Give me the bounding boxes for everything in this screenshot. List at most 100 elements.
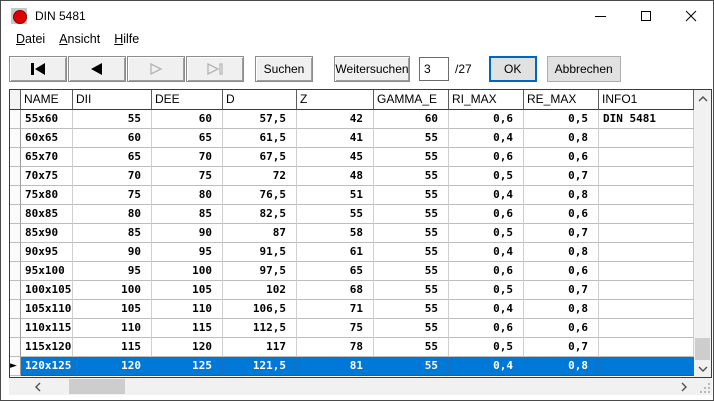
- cell-info1[interactable]: [599, 205, 694, 224]
- cell-gamma_e[interactable]: 55: [374, 262, 449, 281]
- cell-ri_max[interactable]: 0,5: [449, 224, 524, 243]
- table-row[interactable]: 95x1009510097,565550,60,6: [10, 262, 694, 281]
- cell-ri_max[interactable]: 0,5: [449, 167, 524, 186]
- cell-z[interactable]: 68: [297, 281, 374, 300]
- cell-gamma_e[interactable]: 55: [374, 167, 449, 186]
- row-selector-cell[interactable]: [10, 110, 21, 129]
- cell-ri_max[interactable]: 0,6: [449, 110, 524, 129]
- cell-re_max[interactable]: 0,6: [524, 205, 599, 224]
- search-button[interactable]: Suchen: [255, 56, 313, 82]
- cell-z[interactable]: 81: [297, 357, 374, 376]
- close-button[interactable]: [668, 1, 713, 31]
- cell-re_max[interactable]: 0,7: [524, 167, 599, 186]
- cell-re_max[interactable]: 0,8: [524, 243, 599, 262]
- cell-name[interactable]: 105x110: [21, 300, 73, 319]
- row-selector-cell[interactable]: ►: [10, 357, 21, 376]
- cell-name[interactable]: 90x95: [21, 243, 73, 262]
- cell-dii[interactable]: 115: [73, 338, 152, 357]
- vertical-scrollbar[interactable]: [694, 90, 711, 377]
- maximize-button[interactable]: [623, 1, 668, 31]
- cell-dee[interactable]: 120: [152, 338, 223, 357]
- cell-dii[interactable]: 90: [73, 243, 152, 262]
- column-header-gamma_e[interactable]: GAMMA_E: [374, 90, 449, 110]
- cell-dii[interactable]: 110: [73, 319, 152, 338]
- vertical-scroll-thumb[interactable]: [695, 338, 710, 360]
- table-row[interactable]: ►120x125120125121,581550,40,8: [10, 357, 694, 376]
- scroll-up-button[interactable]: [694, 90, 711, 107]
- cell-re_max[interactable]: 0,6: [524, 319, 599, 338]
- table-row[interactable]: 70x7570757248550,50,7: [10, 167, 694, 186]
- cell-gamma_e[interactable]: 55: [374, 205, 449, 224]
- cancel-button[interactable]: Abbrechen: [547, 56, 621, 82]
- cell-dee[interactable]: 125: [152, 357, 223, 376]
- row-selector-cell[interactable]: [10, 186, 21, 205]
- cell-d[interactable]: 87: [223, 224, 297, 243]
- horizontal-scroll-thumb[interactable]: [69, 379, 125, 394]
- cell-dii[interactable]: 70: [73, 167, 152, 186]
- cell-re_max[interactable]: 0,7: [524, 338, 599, 357]
- last-record-button-disabled[interactable]: [186, 56, 244, 82]
- cell-name[interactable]: 75x80: [21, 186, 73, 205]
- cell-d[interactable]: 97,5: [223, 262, 297, 281]
- column-header-dii[interactable]: DII: [73, 90, 152, 110]
- cell-re_max[interactable]: 0,6: [524, 148, 599, 167]
- next-record-button-disabled[interactable]: [127, 56, 185, 82]
- cell-ri_max[interactable]: 0,4: [449, 186, 524, 205]
- scroll-down-button[interactable]: [694, 360, 711, 377]
- table-row[interactable]: 60x65606561,541550,40,8: [10, 129, 694, 148]
- table-row[interactable]: 110x115110115112,575550,60,6: [10, 319, 694, 338]
- search-next-button[interactable]: Weitersuchen: [334, 56, 410, 82]
- cell-ri_max[interactable]: 0,4: [449, 243, 524, 262]
- cell-dee[interactable]: 115: [152, 319, 223, 338]
- cell-z[interactable]: 58: [297, 224, 374, 243]
- cell-gamma_e[interactable]: 55: [374, 186, 449, 205]
- cell-info1[interactable]: [599, 319, 694, 338]
- column-header-dee[interactable]: DEE: [152, 90, 223, 110]
- cell-gamma_e[interactable]: 55: [374, 281, 449, 300]
- column-header-info1[interactable]: INFO1: [599, 90, 694, 110]
- cell-dee[interactable]: 75: [152, 167, 223, 186]
- cell-z[interactable]: 48: [297, 167, 374, 186]
- cell-dii[interactable]: 55: [73, 110, 152, 129]
- cell-info1[interactable]: [599, 357, 694, 376]
- cell-z[interactable]: 65: [297, 262, 374, 281]
- cell-z[interactable]: 61: [297, 243, 374, 262]
- cell-dii[interactable]: 100: [73, 281, 152, 300]
- cell-info1[interactable]: [599, 148, 694, 167]
- cell-dii[interactable]: 120: [73, 357, 152, 376]
- cell-re_max[interactable]: 0,6: [524, 262, 599, 281]
- resize-grip[interactable]: [695, 378, 712, 395]
- cell-dee[interactable]: 80: [152, 186, 223, 205]
- cell-info1[interactable]: [599, 129, 694, 148]
- menu-item-datei[interactable]: Datei: [9, 31, 52, 49]
- cell-re_max[interactable]: 0,7: [524, 281, 599, 300]
- cell-dee[interactable]: 105: [152, 281, 223, 300]
- cell-d[interactable]: 72: [223, 167, 297, 186]
- cell-dii[interactable]: 95: [73, 262, 152, 281]
- cell-gamma_e[interactable]: 55: [374, 357, 449, 376]
- row-selector-cell[interactable]: [10, 243, 21, 262]
- cell-re_max[interactable]: 0,8: [524, 129, 599, 148]
- cell-ri_max[interactable]: 0,4: [449, 300, 524, 319]
- cell-gamma_e[interactable]: 55: [374, 243, 449, 262]
- cell-gamma_e[interactable]: 55: [374, 224, 449, 243]
- cell-re_max[interactable]: 0,8: [524, 357, 599, 376]
- row-selector-cell[interactable]: [10, 205, 21, 224]
- menu-item-ansicht[interactable]: Ansicht: [52, 31, 107, 49]
- cell-d[interactable]: 82,5: [223, 205, 297, 224]
- table-row[interactable]: 115x12011512011778550,50,7: [10, 338, 694, 357]
- cell-name[interactable]: 85x90: [21, 224, 73, 243]
- cell-gamma_e[interactable]: 55: [374, 129, 449, 148]
- table-row[interactable]: 80x85808582,555550,60,6: [10, 205, 694, 224]
- cell-dee[interactable]: 90: [152, 224, 223, 243]
- row-selector-cell[interactable]: [10, 224, 21, 243]
- cell-gamma_e[interactable]: 60: [374, 110, 449, 129]
- cell-ri_max[interactable]: 0,6: [449, 205, 524, 224]
- cell-info1[interactable]: [599, 167, 694, 186]
- column-header-re_max[interactable]: RE_MAX: [524, 90, 599, 110]
- cell-z[interactable]: 75: [297, 319, 374, 338]
- cell-info1[interactable]: [599, 243, 694, 262]
- prior-record-button[interactable]: [68, 56, 126, 82]
- cell-name[interactable]: 110x115: [21, 319, 73, 338]
- cell-info1[interactable]: [599, 281, 694, 300]
